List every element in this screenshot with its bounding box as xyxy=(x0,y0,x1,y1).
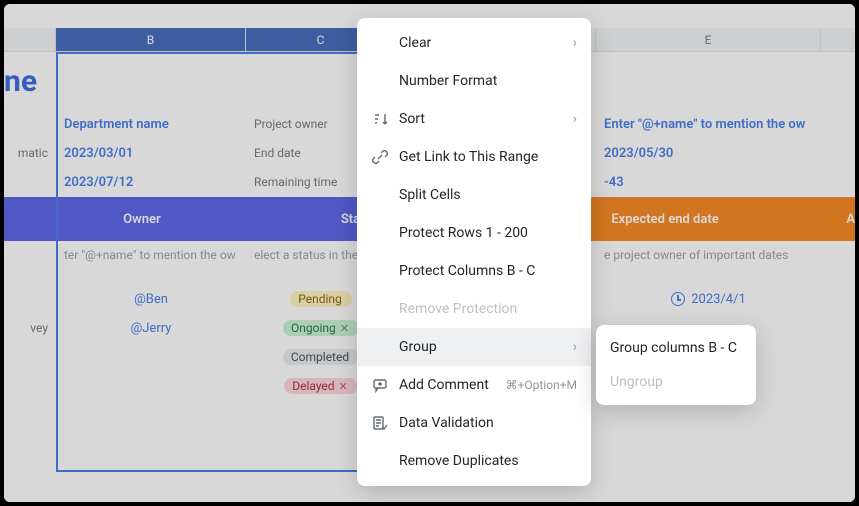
menu-protect-rows[interactable]: Protect Rows 1 - 200 xyxy=(357,214,591,252)
context-menu: Clear › Number Format Sort › Get Link to… xyxy=(357,18,591,486)
group-submenu: Group columns B - C Ungroup xyxy=(596,325,756,405)
submenu-label: Group columns B - C xyxy=(610,340,737,356)
data-validation-icon xyxy=(371,415,389,431)
menu-data-validation[interactable]: Data Validation xyxy=(357,404,591,442)
menu-number-format[interactable]: Number Format xyxy=(357,62,591,100)
chevron-right-icon: › xyxy=(573,339,577,355)
chevron-right-icon: › xyxy=(573,35,577,51)
sort-icon xyxy=(371,111,389,127)
submenu-group-columns[interactable]: Group columns B - C xyxy=(596,331,756,365)
submenu-ungroup: Ungroup xyxy=(596,365,756,399)
menu-group[interactable]: Group › xyxy=(357,328,591,366)
link-icon xyxy=(371,149,389,165)
menu-sort[interactable]: Sort › xyxy=(357,100,591,138)
menu-split-cells[interactable]: Split Cells xyxy=(357,176,591,214)
menu-get-link[interactable]: Get Link to This Range xyxy=(357,138,591,176)
menu-remove-duplicates[interactable]: Remove Duplicates xyxy=(357,442,591,480)
chevron-right-icon: › xyxy=(573,111,577,127)
submenu-label: Ungroup xyxy=(610,374,663,390)
menu-add-comment[interactable]: Add Comment ⌘+Option+M xyxy=(357,366,591,404)
menu-clear[interactable]: Clear › xyxy=(357,24,591,62)
shortcut-text: ⌘+Option+M xyxy=(506,378,577,392)
comment-icon xyxy=(371,377,389,393)
menu-remove-protection: Remove Protection xyxy=(357,290,591,328)
menu-protect-columns[interactable]: Protect Columns B - C xyxy=(357,252,591,290)
